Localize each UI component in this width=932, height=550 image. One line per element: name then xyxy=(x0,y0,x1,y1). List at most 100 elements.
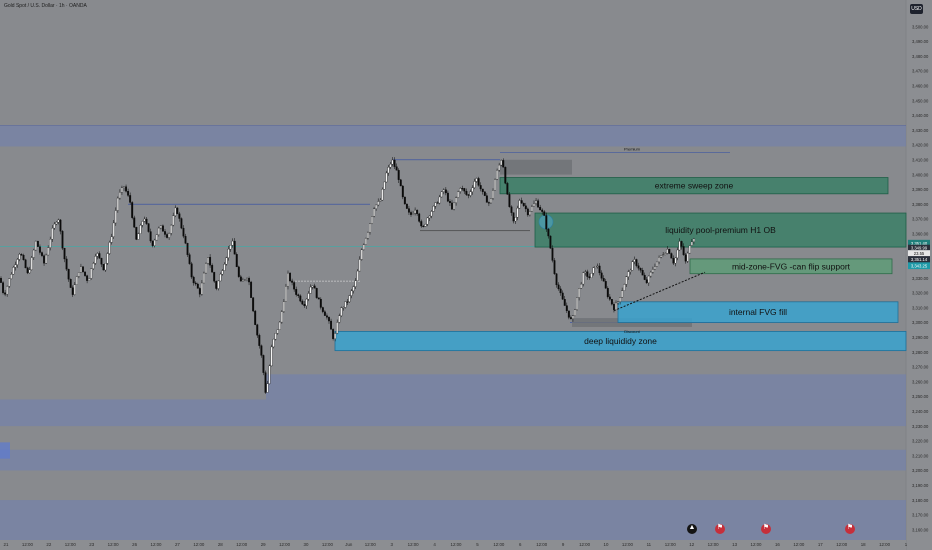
candle-body xyxy=(477,178,480,186)
premium-label: Premium xyxy=(624,146,641,151)
candle-body xyxy=(141,221,144,226)
candle-body xyxy=(649,271,652,277)
candle-body xyxy=(645,279,648,284)
candle-body xyxy=(248,278,251,283)
price-chart[interactable]: extreme sweep zone liquidity pool-premium… xyxy=(0,0,932,550)
candle-body xyxy=(455,197,458,204)
flag-icon[interactable]: ⚑ xyxy=(761,524,771,534)
candle-body xyxy=(516,207,519,218)
candle-body xyxy=(688,245,691,254)
candle-body xyxy=(559,288,562,294)
x-tick-label: 12:00 xyxy=(236,542,248,547)
x-tick-label: 12:00 xyxy=(322,542,334,547)
candle-body xyxy=(221,270,224,275)
x-tick-label: 12:00 xyxy=(836,542,848,547)
candle-body xyxy=(147,223,150,232)
candle-body xyxy=(196,283,199,289)
candle-body xyxy=(47,247,50,256)
price-tag-label: 23.55 xyxy=(914,251,925,256)
candle-body xyxy=(186,243,189,255)
candle-body xyxy=(41,252,43,256)
candle-body xyxy=(662,254,665,256)
candle-body xyxy=(635,259,638,266)
candle-body xyxy=(303,303,306,307)
y-tick-label: 3,320.00 xyxy=(912,291,929,296)
candle-body xyxy=(469,191,472,196)
candle-body xyxy=(172,215,175,226)
candle-body xyxy=(492,190,494,199)
candle-body xyxy=(149,231,152,242)
candle-body xyxy=(594,266,597,268)
currency-badge[interactable]: USD xyxy=(910,4,923,14)
y-tick-label: 3,180.00 xyxy=(912,498,929,503)
candle-body xyxy=(537,200,540,208)
candle-body xyxy=(284,286,287,302)
x-tick-label: 30 xyxy=(304,542,309,547)
candle-body xyxy=(621,290,624,298)
candle-body xyxy=(465,190,468,195)
candle-body xyxy=(375,204,378,209)
y-tick-label: 3,420.00 xyxy=(912,143,929,148)
candle-body xyxy=(432,205,435,212)
y-tick-label: 3,250.00 xyxy=(912,394,929,399)
candle-body xyxy=(16,259,19,265)
x-tick-label: 12:00 xyxy=(751,542,763,547)
candle-body xyxy=(352,286,355,292)
candle-body xyxy=(686,252,689,262)
zone-label: deep liquididy zone xyxy=(584,336,657,346)
x-tick-label: 12:00 xyxy=(279,542,291,547)
candle-body xyxy=(180,218,183,229)
candle-body xyxy=(274,333,277,340)
candle-body xyxy=(600,272,603,279)
candle-body xyxy=(260,345,263,356)
candle-body xyxy=(354,280,357,287)
candle-body xyxy=(660,255,663,258)
candle-body xyxy=(623,284,626,291)
candle-body xyxy=(319,298,322,308)
candle-body xyxy=(428,215,431,219)
candle-body xyxy=(512,212,515,222)
candle-body xyxy=(84,271,87,276)
candle-body xyxy=(73,284,76,295)
candle-body xyxy=(30,257,33,270)
candle-body xyxy=(391,159,394,165)
candle-body xyxy=(494,179,497,191)
flame-icon[interactable]: ▲ xyxy=(687,524,697,534)
candle-body xyxy=(336,322,339,334)
candle-body xyxy=(256,324,259,336)
candle-body xyxy=(71,287,74,295)
candle-body xyxy=(545,215,548,230)
y-tick-label: 3,220.00 xyxy=(912,439,929,444)
candle-body xyxy=(350,290,353,296)
candle-body xyxy=(100,257,103,265)
candle-body xyxy=(389,163,392,168)
discount-label: Discount xyxy=(624,329,640,334)
x-tick-label: 16 xyxy=(775,542,780,547)
range-band xyxy=(0,449,906,471)
zone-label: liquidity pool-premium H1 OB xyxy=(665,225,776,235)
x-tick-label: 21 xyxy=(4,542,9,547)
candle-body xyxy=(12,267,15,275)
candle-body xyxy=(299,295,302,302)
y-tick-label: 3,190.00 xyxy=(912,483,929,488)
x-tick-label: 12:00 xyxy=(493,542,505,547)
candle-body xyxy=(379,199,382,202)
candle-body xyxy=(588,276,591,278)
candle-body xyxy=(340,307,343,316)
y-tick-label: 3,390.00 xyxy=(912,187,929,192)
x-tick-label: 12:00 xyxy=(536,542,548,547)
candle-body xyxy=(565,305,568,312)
flag-icon[interactable]: ⚑ xyxy=(845,524,855,534)
candle-body xyxy=(551,247,554,261)
range-band xyxy=(0,125,906,147)
candle-body xyxy=(164,231,166,235)
candle-body xyxy=(127,191,130,196)
candle-body xyxy=(69,279,72,288)
chart-title: Gold Spot / U.S. Dollar · 1h · OANDA xyxy=(4,3,87,9)
candle-body xyxy=(287,272,289,287)
candle-body xyxy=(202,272,205,284)
flag-icon[interactable]: ⚑ xyxy=(715,524,725,534)
candle-body xyxy=(639,268,642,271)
candle-body xyxy=(276,329,279,334)
y-tick-label: 3,240.00 xyxy=(912,409,929,414)
